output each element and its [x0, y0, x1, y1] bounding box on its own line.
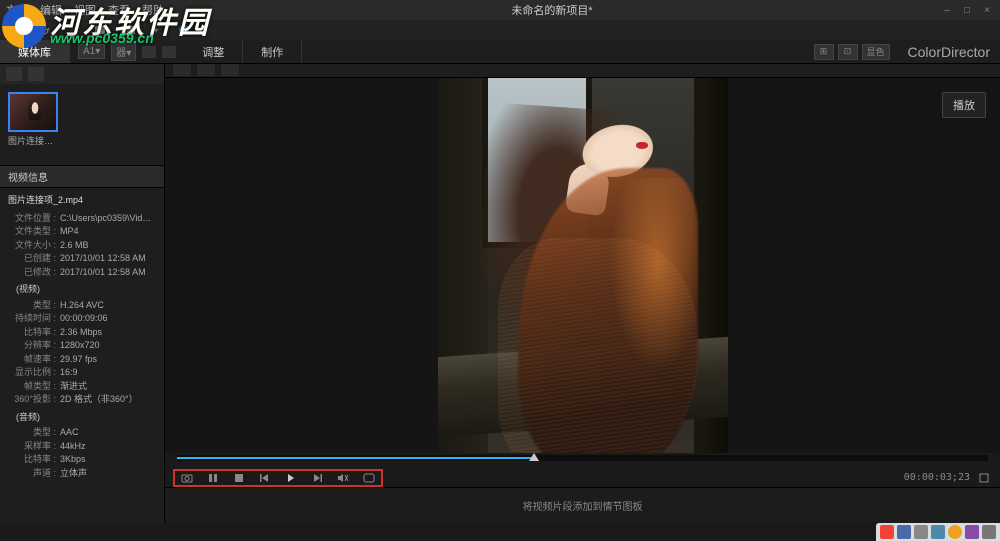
fullscreen-button[interactable]	[976, 471, 992, 485]
media-subtoolbar: A1▾ 器▾	[70, 40, 184, 63]
info-row: 类型 :H.264 AVC	[8, 299, 156, 313]
play-forward-button[interactable]	[283, 471, 299, 485]
tray-input-icon[interactable]	[897, 525, 911, 539]
thumb-label: 图片连接项_2...	[8, 134, 58, 147]
tray-ime-icon[interactable]	[880, 525, 894, 539]
project-title: 未命名的新项目*	[511, 2, 592, 18]
filter-dropdown[interactable]: 器▾	[111, 42, 136, 61]
preview-tool-3[interactable]	[221, 64, 239, 76]
os-tray	[876, 523, 1000, 541]
info-audio-group: (音频)	[16, 411, 156, 425]
remove-media-button[interactable]	[28, 67, 44, 81]
transport-controls-highlight	[173, 469, 383, 487]
info-row: 比特率 :3Kbps	[8, 453, 156, 467]
preview-tool-2[interactable]	[197, 64, 215, 76]
workspace-tabs: 媒体库 A1▾ 器▾ 调整 制作 ⊞ ⊡ 显色 ColorDirector	[0, 40, 1000, 64]
info-row: 声道 :立体声	[8, 467, 156, 481]
layout-split-icon[interactable]: ⊡	[838, 44, 858, 60]
prev-frame-button[interactable]	[257, 471, 273, 485]
media-thumbnails: 图片连接项_2...	[0, 84, 164, 155]
panel-button[interactable]	[118, 22, 138, 38]
info-row: 显示比例 :16:9	[8, 366, 156, 380]
info-row: 采样率 :44kHz	[8, 440, 156, 454]
layout-single-icon[interactable]: ⊞	[814, 44, 834, 60]
color-toggle-button[interactable]: 显色	[862, 44, 890, 60]
undo-button[interactable]	[6, 22, 26, 38]
app-brand: ColorDirector	[898, 44, 1000, 60]
video-preview: 播放	[165, 78, 1000, 453]
sort-dropdown[interactable]: A1▾	[78, 44, 105, 59]
left-panel: 图片连接项_2... 视频信息 图片连接项_2.mp4 文件位置 :C:\Use…	[0, 64, 165, 523]
window-controls: – □ ×	[940, 5, 994, 16]
info-row: 类型 :AAC	[8, 426, 156, 440]
menu-view[interactable]: 视图	[74, 2, 96, 18]
pause-button[interactable]	[205, 471, 221, 485]
import-icon[interactable]	[142, 46, 156, 58]
info-row: 持续时间 :00:00:09:06	[8, 312, 156, 326]
info-row: 比特率 :2.36 Mbps	[8, 326, 156, 340]
snapshot-button[interactable]	[179, 471, 195, 485]
info-row: 已创建 :2017/10/01 12:58 AM	[8, 252, 156, 266]
media-thumb[interactable]: 图片连接项_2...	[8, 92, 58, 147]
stop-button[interactable]	[231, 471, 247, 485]
timeline[interactable]	[165, 453, 1000, 469]
info-row: 文件大小 :2.6 MB	[8, 239, 156, 253]
add-media-button[interactable]	[6, 67, 22, 81]
tab-media-library[interactable]: 媒体库	[0, 40, 70, 63]
tray-gear-icon[interactable]	[965, 525, 979, 539]
preview-tool-1[interactable]	[173, 64, 191, 76]
storyboard-drop-hint[interactable]: 将视频片段添加到情节图板	[165, 487, 1000, 523]
preview-panel: 播放	[165, 64, 1000, 523]
play-button[interactable]: 播放	[942, 92, 986, 118]
tray-keyboard-icon[interactable]	[914, 525, 928, 539]
mute-button[interactable]	[335, 471, 351, 485]
maximize-button[interactable]: □	[960, 5, 974, 16]
separator-icon: |	[62, 22, 82, 38]
info-video-group: (视频)	[16, 283, 156, 297]
info-row: 帧速率 :29.97 fps	[8, 353, 156, 367]
video-info-header: 视频信息	[0, 165, 164, 188]
color-tool-button[interactable]	[90, 22, 110, 38]
tab-adjust[interactable]: 调整	[184, 40, 243, 63]
redo-button[interactable]	[34, 22, 54, 38]
info-row: 文件类型 :MP4	[8, 225, 156, 239]
thumb-image	[8, 92, 58, 132]
close-button[interactable]: ×	[980, 5, 994, 16]
main-toolbar: | ▾	[0, 20, 1000, 40]
menu-file[interactable]: 文件	[6, 2, 28, 18]
info-row: 帧类型 :渐进式	[8, 380, 156, 394]
library-toolbar	[0, 64, 164, 84]
info-row: 文件位置 :C:\Users\pc0359\Videos...	[8, 212, 156, 226]
menu-help[interactable]: 帮助	[142, 2, 164, 18]
tray-settings-icon[interactable]	[982, 525, 996, 539]
record-button[interactable]	[174, 22, 194, 38]
transport-bar: 00:00:03;23	[165, 469, 1000, 487]
info-row: 360°投影 :2D 格式（非360°）	[8, 393, 156, 407]
info-row: 分辨率 :1280x720	[8, 339, 156, 353]
video-info-panel: 图片连接项_2.mp4 文件位置 :C:\Users\pc0359\Videos…	[0, 188, 164, 523]
playhead-icon[interactable]	[529, 453, 539, 461]
next-frame-button[interactable]	[309, 471, 325, 485]
preview-frame	[438, 78, 728, 453]
timecode-display: 00:00:03;23	[904, 472, 970, 483]
tray-smile-icon[interactable]	[948, 525, 962, 539]
dropdown-button[interactable]: ▾	[146, 22, 166, 38]
loop-button[interactable]	[361, 471, 377, 485]
folder-icon[interactable]	[162, 46, 176, 58]
preview-toolbar	[165, 64, 1000, 78]
tray-mic-icon[interactable]	[931, 525, 945, 539]
minimize-button[interactable]: –	[940, 5, 954, 16]
menubar: 文件 编辑 视图 查看 帮助 未命名的新项目* – □ ×	[0, 0, 1000, 20]
menu-edit[interactable]: 编辑	[40, 2, 62, 18]
tab-produce[interactable]: 制作	[243, 40, 302, 63]
info-filename: 图片连接项_2.mp4	[8, 194, 156, 208]
menu-look[interactable]: 查看	[108, 2, 130, 18]
info-row: 已修改 :2017/10/01 12:58 AM	[8, 266, 156, 280]
